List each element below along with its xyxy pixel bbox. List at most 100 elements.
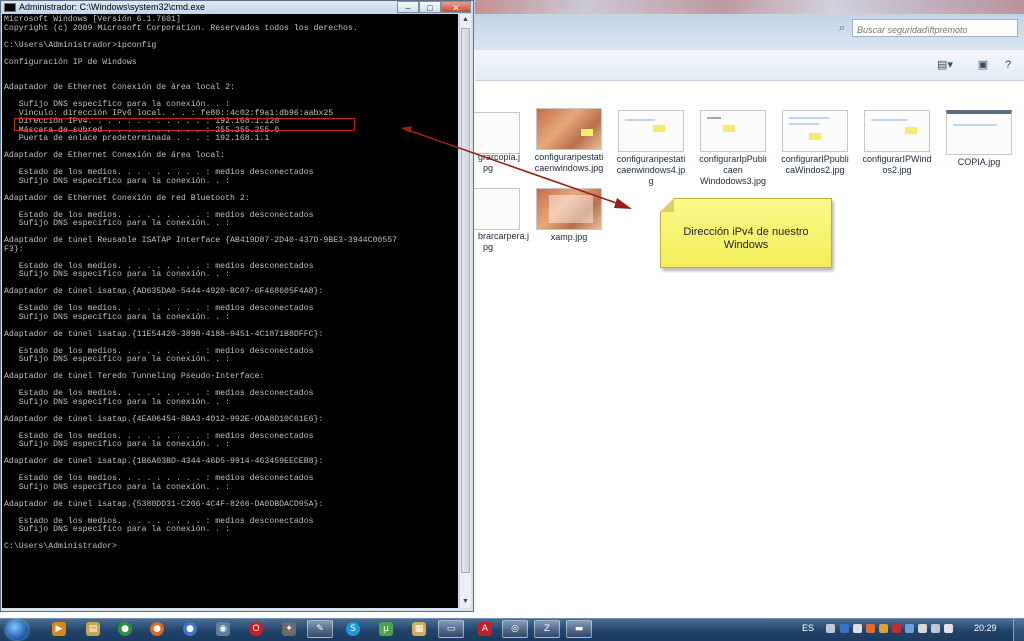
thumbnail-image — [946, 110, 1012, 155]
show-desktop-button[interactable] — [1013, 619, 1024, 641]
libraries-icon[interactable]: ▤ — [86, 622, 100, 636]
tray-app-icon[interactable] — [905, 624, 914, 633]
thumbnail-caption: COPIA.jpg — [957, 157, 1001, 167]
thumbnail-xamp[interactable]: xamp.jpg — [529, 188, 609, 243]
thumbnail-configurarippublicawindos2[interactable]: configurarIPpubli caWindos2.jpg — [775, 110, 855, 176]
maximize-button[interactable]: □ — [419, 1, 441, 13]
network-status-icon[interactable] — [931, 624, 940, 633]
note-shape — [723, 125, 735, 132]
scroll-thumb[interactable] — [461, 28, 470, 573]
thumbnail-caption: pg — [483, 163, 494, 173]
thumbnail-caption: configurarIPWind os2.jpg — [862, 154, 932, 175]
cmd-line: Adaptador de Ethernet Conexión de área l… — [4, 83, 235, 92]
search-box[interactable]: ⌕ — [839, 19, 1018, 38]
explorer-icon[interactable]: ▦ — [412, 622, 426, 636]
cmd-line: Adaptador de túnel Reusable ISATAP Inter… — [4, 236, 398, 245]
volume-icon[interactable] — [944, 624, 953, 633]
thumbnail-image — [700, 110, 766, 152]
search-input[interactable] — [853, 22, 1007, 38]
cmd-scrollbar[interactable]: ▲ ▼ — [459, 14, 471, 608]
search-icon[interactable]: ⌕ — [839, 22, 845, 35]
filezilla-icon[interactable]: Z — [534, 620, 560, 638]
minimize-button[interactable]: – — [397, 1, 419, 13]
thumbnail-configuraripestaticaenwindows4[interactable]: configuraripestati caenwindows4.jp g — [611, 110, 691, 187]
thumbnail-image — [618, 110, 684, 152]
chrome-icon[interactable]: ● — [118, 622, 132, 636]
callout-text-line2: Windows — [723, 239, 769, 251]
cmd-line: Adaptador de túnel isatap.{5380DD31-C206… — [4, 499, 324, 509]
thumbnail-caption: pg — [483, 242, 494, 252]
thumbnail-caption: xamp.jpg — [550, 232, 588, 242]
note-shape — [809, 133, 821, 140]
media-player-icon[interactable]: ▶ — [52, 622, 66, 636]
cmd-console[interactable]: Microsoft Windows [Versión 6.1.7601] Cop… — [2, 14, 458, 608]
thumbnail-caption: configuraripestati caenwindows.jpg — [534, 152, 604, 173]
network-icon[interactable]: ◉ — [216, 622, 230, 636]
preview-pane-icon[interactable]: ▣ — [975, 58, 991, 72]
acrobat-icon[interactable]: A — [478, 622, 492, 636]
taskbar: ▶ ▤ ● ● ● ◉ O ✦ ✎ S µ ▦ ▭ A ◎ Z ▬ ES 20:… — [0, 618, 1024, 641]
window-shape — [549, 195, 593, 223]
cmd-line: Sufijo DNS específico para la conexión. … — [18, 219, 231, 228]
cmd-taskbar-icon[interactable]: ▬ — [566, 620, 592, 638]
view-options-icon[interactable]: ▤▾ — [937, 58, 953, 72]
thumbnail-image — [782, 110, 848, 152]
cmd-line: Adaptador de Ethernet Conexión de área l… — [4, 151, 226, 160]
help-icon[interactable]: ? — [1000, 58, 1016, 72]
cmd-line: Sufijo DNS específico para la conexión. … — [18, 440, 231, 449]
cmd-line: Adaptador de túnel isatap.{11E54420-3898… — [4, 329, 324, 339]
cmd-output: Microsoft Windows [Versión 6.1.7601] Cop… — [2, 14, 458, 552]
cmd-line: Sufijo DNS específico para la conexión. … — [18, 176, 231, 186]
text-line — [871, 119, 907, 121]
cmd-line: Sufijo DNS específico para la conexión. … — [18, 397, 231, 407]
scroll-up-arrow-icon[interactable]: ▲ — [460, 14, 471, 26]
scroll-down-arrow-icon[interactable]: ▼ — [460, 596, 471, 608]
gimp-icon[interactable]: ✦ — [282, 622, 296, 636]
close-button[interactable]: ✕ — [441, 1, 471, 13]
cmd-window[interactable]: Administrador: C:\Windows\system32\cmd.e… — [0, 0, 474, 612]
tray-arrow-icon[interactable] — [826, 624, 835, 633]
tray-app-icon[interactable] — [892, 624, 901, 633]
text-line — [789, 117, 829, 119]
callout-text-line1: Dirección iPv4 de nuestro — [683, 226, 809, 238]
notepad-icon[interactable]: ✎ — [307, 620, 333, 638]
explorer-toolbar: ▤▾ ▣ ? — [475, 50, 1024, 81]
text-line — [625, 119, 655, 121]
bluetooth-icon[interactable] — [840, 624, 849, 633]
cmd-titlebar[interactable]: Administrador: C:\Windows\system32\cmd.e… — [1, 1, 473, 14]
tray-app-icon[interactable] — [866, 624, 875, 633]
action-center-icon[interactable] — [918, 624, 927, 633]
text-line — [953, 124, 997, 126]
cmd-line: Configuración IP de Windows — [4, 57, 137, 67]
cmd-line: Adaptador de túnel Teredo Tunneling Pseu… — [4, 372, 265, 381]
chrome-window-icon[interactable]: ◎ — [502, 620, 528, 638]
firefox-icon[interactable]: ● — [150, 622, 164, 636]
cmd-line: F3}: — [4, 244, 24, 254]
note-shape — [581, 129, 593, 136]
chrome-alt-icon[interactable]: ● — [183, 622, 197, 636]
utorrent-icon[interactable]: µ — [379, 622, 393, 636]
skype-icon[interactable]: S — [346, 622, 360, 636]
thumbnail-image — [536, 188, 602, 230]
thumbnail-configuraripestaticaenwindows[interactable]: configuraripestati caenwindows.jpg — [529, 108, 609, 174]
thumbnail-copia[interactable]: COPIA.jpg — [939, 110, 1019, 168]
ipv4-highlight-box — [14, 118, 355, 131]
thumbnail-image — [536, 108, 602, 150]
thumbnail-configurarippublicaenwindodows3[interactable]: configurarIpPubli caen Windodows3.jpg — [693, 110, 773, 187]
cmd-window-title: Administrador: C:\Windows\system32\cmd.e… — [19, 2, 206, 12]
callout-text: Dirección iPv4 de nuestro Windows — [661, 226, 831, 252]
opera-icon[interactable]: O — [249, 622, 263, 636]
thumbnail-caption: configurarIPpubli caWindos2.jpg — [781, 154, 849, 175]
cmd-line: Adaptador de túnel isatap.{4EA06454-8BA3… — [4, 414, 324, 424]
file-manager-icon[interactable]: ▭ — [438, 620, 464, 638]
tray-app-icon[interactable] — [853, 624, 862, 633]
cmd-app-icon[interactable] — [4, 3, 16, 12]
start-button[interactable] — [6, 620, 28, 640]
tray-app-icon[interactable] — [879, 624, 888, 633]
explorer-title-strip — [475, 0, 1024, 14]
language-indicator[interactable]: ES — [802, 623, 814, 633]
thumbnail-configuraripwindos2[interactable]: configurarIPWind os2.jpg — [857, 110, 937, 176]
clock[interactable]: 20:29 — [974, 623, 997, 633]
thumbnail-image — [864, 110, 930, 152]
note-shape — [653, 125, 665, 132]
